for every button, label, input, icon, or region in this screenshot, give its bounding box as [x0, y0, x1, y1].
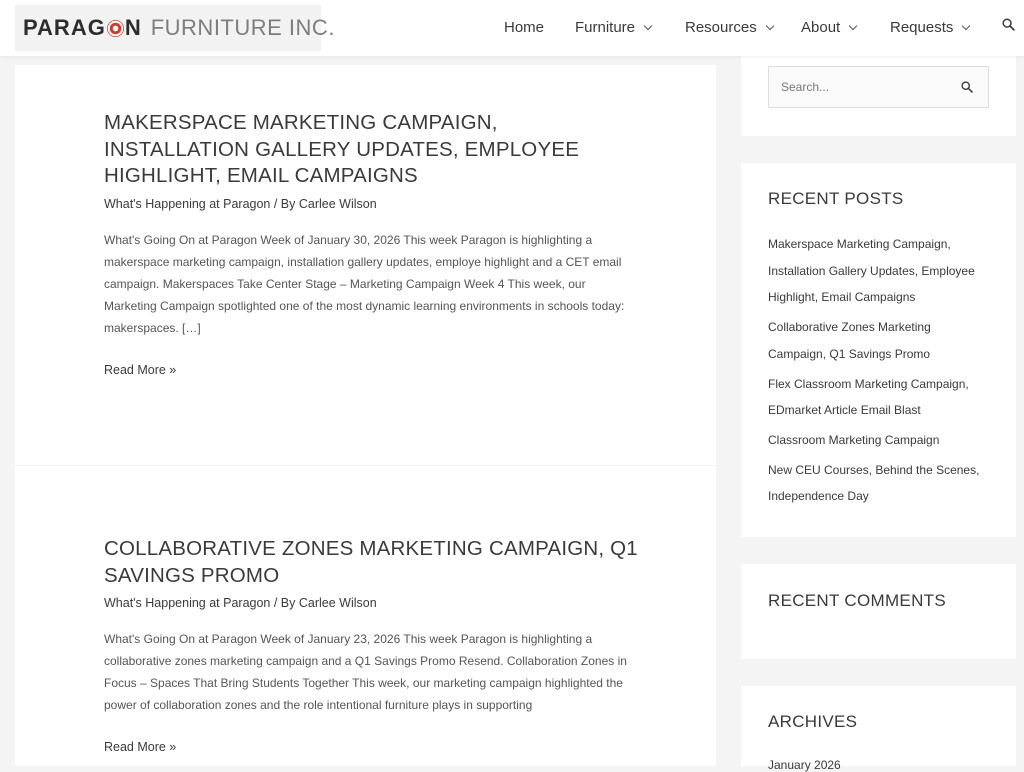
- search-icon[interactable]: [1002, 18, 1015, 31]
- widget-title: RECENT POSTS: [768, 189, 904, 208]
- chevron-down-icon: [643, 21, 653, 30]
- post-excerpt: What's Going On at Paragon Week of Janua…: [104, 233, 625, 335]
- search-widget: [741, 56, 1016, 136]
- nav-resources-label: Resources: [685, 19, 757, 36]
- archives-widget: ARCHIVES January 2026: [741, 686, 1016, 772]
- widget-title: ARCHIVES: [768, 712, 858, 731]
- recent-post-link[interactable]: Classroom Marketing Campaign: [768, 427, 983, 454]
- nav-about[interactable]: About: [801, 19, 858, 36]
- nav-requests[interactable]: Requests: [890, 19, 971, 36]
- logo-wordmark: PARAG N: [23, 15, 142, 41]
- nav-requests-label: Requests: [890, 19, 954, 36]
- recent-posts-list: Makerspace Marketing Campaign, Installat…: [768, 231, 983, 513]
- nav-furniture[interactable]: Furniture: [575, 19, 653, 36]
- logo-text-start: PARAG: [23, 15, 106, 40]
- nav-about-label: About: [801, 19, 841, 36]
- chevron-down-icon: [962, 21, 971, 30]
- nav-home[interactable]: Home: [504, 19, 544, 36]
- logo-text-end: N: [124, 15, 142, 40]
- post-card: MAKERSPACE MARKETING CAMPAIGN, INSTALLAT…: [15, 65, 716, 465]
- recent-comments-widget: RECENT COMMENTS: [741, 564, 1016, 659]
- chevron-down-icon: [848, 21, 858, 30]
- read-more-link[interactable]: Read More »: [104, 740, 176, 754]
- nav-home-label: Home: [504, 19, 545, 36]
- recent-posts-widget: RECENT POSTS Makerspace Marketing Campai…: [741, 163, 1016, 537]
- logo-subtitle: FURNITURE INC.: [150, 15, 335, 40]
- brand-logo[interactable]: PARAG N FURNITURE INC.: [15, 5, 334, 51]
- recent-post-link[interactable]: Makerspace Marketing Campaign, Installat…: [768, 231, 983, 311]
- site-header: PARAG N FURNITURE INC. Home Furniture Res…: [0, 0, 1024, 56]
- chevron-down-icon: [765, 21, 774, 30]
- recent-post-link[interactable]: Collaborative Zones Marketing Campaign, …: [768, 314, 983, 367]
- post-card: COLLABORATIVE ZONES MARKETING CAMPAIGN, …: [15, 466, 716, 766]
- target-logo-icon: [106, 19, 124, 37]
- post-excerpt: What's Going On at Paragon Week of Janua…: [104, 632, 627, 712]
- post-meta[interactable]: What's Happening at Paragon / By Carlee …: [104, 596, 377, 610]
- recent-post-link[interactable]: New CEU Courses, Behind the Scenes, Inde…: [768, 457, 983, 510]
- widget-title: RECENT COMMENTS: [768, 591, 946, 610]
- nav-resources[interactable]: Resources: [685, 19, 774, 36]
- recent-post-link[interactable]: Flex Classroom Marketing Campaign, EDmar…: [768, 371, 983, 424]
- search-input[interactable]: [769, 67, 951, 107]
- read-more-link[interactable]: Read More »: [104, 363, 176, 377]
- search-icon[interactable]: [961, 81, 973, 93]
- post-meta[interactable]: What's Happening at Paragon / By Carlee …: [104, 197, 377, 211]
- post-title[interactable]: COLLABORATIVE ZONES MARKETING CAMPAIGN, …: [104, 536, 644, 589]
- search-form: [768, 66, 989, 108]
- nav-furniture-label: Furniture: [575, 19, 636, 36]
- archive-link[interactable]: January 2026: [768, 758, 841, 772]
- post-title[interactable]: MAKERSPACE MARKETING CAMPAIGN, INSTALLAT…: [104, 110, 644, 190]
